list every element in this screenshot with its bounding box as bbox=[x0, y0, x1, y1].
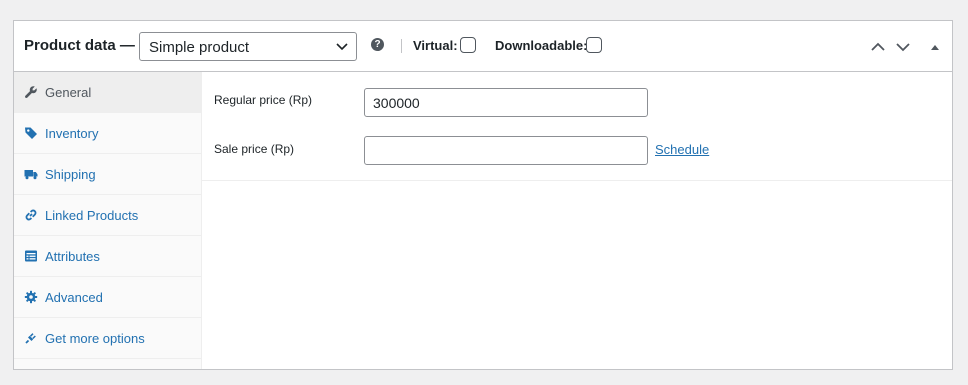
tab-inventory[interactable]: Inventory bbox=[14, 113, 202, 154]
plugin-icon bbox=[25, 333, 36, 344]
product-data-panel: Product data — Simple product ? Virtual:… bbox=[13, 20, 953, 370]
tab-shipping[interactable]: Shipping bbox=[14, 154, 202, 195]
move-up-icon[interactable] bbox=[869, 38, 887, 56]
help-icon[interactable]: ? bbox=[371, 38, 384, 51]
tab-label: Advanced bbox=[45, 290, 103, 305]
regular-price-input[interactable]: 300000 bbox=[364, 88, 648, 117]
virtual-checkbox[interactable] bbox=[460, 37, 476, 53]
tag-icon bbox=[25, 127, 37, 139]
tab-label: Linked Products bbox=[45, 208, 139, 223]
wrench-icon bbox=[25, 86, 37, 98]
tab-general[interactable]: General bbox=[14, 72, 202, 113]
move-down-icon[interactable] bbox=[894, 38, 912, 56]
schedule-link[interactable]: Schedule bbox=[655, 142, 709, 157]
product-type-select[interactable]: Simple product bbox=[139, 32, 357, 61]
collapse-toggle-icon[interactable] bbox=[926, 38, 944, 56]
tab-label: Shipping bbox=[45, 167, 96, 182]
general-panel: Regular price (Rp) 300000 Sale price (Rp… bbox=[202, 72, 952, 181]
chevron-down-icon bbox=[336, 43, 348, 51]
header-separator bbox=[401, 39, 402, 53]
downloadable-checkbox[interactable] bbox=[586, 37, 602, 53]
tab-advanced[interactable]: Advanced bbox=[14, 277, 202, 318]
tab-label: Get more options bbox=[45, 331, 145, 346]
virtual-label: Virtual: bbox=[413, 38, 458, 53]
sale-price-input[interactable] bbox=[364, 136, 648, 165]
tab-label: Attributes bbox=[45, 249, 100, 264]
list-icon bbox=[25, 250, 37, 262]
regular-price-label: Regular price (Rp) bbox=[214, 93, 313, 107]
product-type-value: Simple product bbox=[149, 39, 250, 56]
gear-icon bbox=[24, 290, 38, 304]
link-icon bbox=[25, 209, 37, 221]
tab-label: General bbox=[45, 85, 92, 100]
product-data-header: Product data — Simple product ? Virtual:… bbox=[14, 21, 952, 72]
regular-price-value: 300000 bbox=[373, 95, 420, 111]
truck-icon bbox=[24, 170, 38, 180]
tab-attributes[interactable]: Attributes bbox=[14, 236, 202, 277]
downloadable-label: Downloadable: bbox=[495, 38, 588, 53]
product-data-tabs: General Inventory Shipping Linked Produc… bbox=[14, 72, 202, 369]
panel-title: Product data — bbox=[24, 37, 135, 54]
tab-label: Inventory bbox=[45, 126, 99, 141]
tab-linked-products[interactable]: Linked Products bbox=[14, 195, 202, 236]
tab-get-more-options[interactable]: Get more options bbox=[14, 318, 202, 359]
sale-price-label: Sale price (Rp) bbox=[214, 142, 295, 156]
